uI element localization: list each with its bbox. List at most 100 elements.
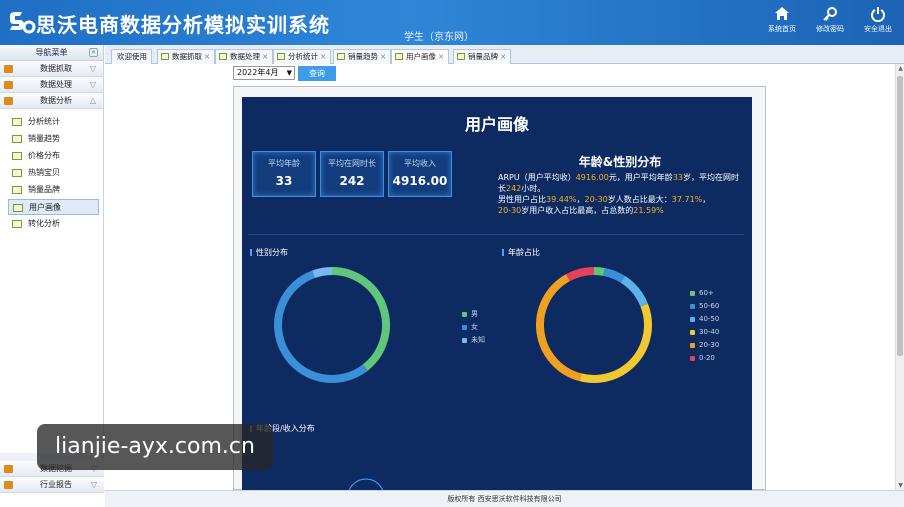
sidebar-item-stats[interactable]: 分析统计 bbox=[8, 114, 99, 130]
legend-item[interactable]: 50-60 bbox=[690, 302, 719, 310]
page-icon bbox=[12, 135, 22, 143]
filter-toolbar: 2022年4月 ▼ 查询 bbox=[105, 64, 895, 84]
app-header: 思沃电商数据分析模拟实训系统 学生（京东网） 系统首页 修改密码 安全退出 bbox=[0, 0, 904, 45]
tab-label: 数据抓取 bbox=[172, 52, 202, 61]
report-frame: 用户画像 平均年龄 33 平均在网时长 242 平均收入 4916.00 年龄&… bbox=[233, 86, 766, 491]
legend-item[interactable]: 0-20 bbox=[690, 354, 715, 362]
folder-icon bbox=[4, 65, 13, 73]
home-button[interactable]: 系统首页 bbox=[760, 6, 804, 40]
summary-text-part: ， bbox=[702, 195, 711, 204]
arpu-value: 4916.00 bbox=[575, 173, 609, 182]
stat-avg-age: 平均年龄 33 bbox=[252, 151, 316, 197]
sidebar-item-sales-trend[interactable]: 销量趋势 bbox=[8, 131, 99, 147]
chevron-down-icon: ▽ bbox=[89, 64, 96, 73]
stat-value: 33 bbox=[275, 174, 293, 188]
chevron-down-icon: ▽ bbox=[89, 80, 96, 89]
folder-icon bbox=[4, 481, 13, 489]
tab-label: 数据处理 bbox=[230, 52, 260, 61]
collapse-icon[interactable]: « bbox=[89, 48, 98, 57]
legend-swatch bbox=[690, 342, 695, 348]
folder-icon bbox=[4, 465, 13, 473]
tab-process[interactable]: 数据处理 × bbox=[215, 49, 274, 64]
legend-label: 0-20 bbox=[699, 354, 715, 362]
legend-label: 女 bbox=[471, 323, 478, 331]
page-icon bbox=[12, 169, 22, 177]
sidebar-header: 导航菜单 « bbox=[0, 45, 103, 61]
page-icon bbox=[337, 53, 345, 60]
query-button[interactable]: 查询 bbox=[298, 66, 336, 81]
key-icon bbox=[823, 7, 837, 21]
logout-button[interactable]: 安全退出 bbox=[856, 6, 900, 40]
donut-slice-60+ bbox=[593, 267, 605, 276]
legend-item[interactable]: 40-50 bbox=[690, 315, 719, 323]
summary-text-part: 小时。 bbox=[521, 184, 546, 193]
vertical-scrollbar[interactable]: ▲ ▼ bbox=[895, 64, 904, 490]
legend-item[interactable]: 男 bbox=[462, 309, 478, 319]
sidebar-item-label: 用户画像 bbox=[29, 203, 61, 212]
legend-item[interactable]: 女 bbox=[462, 322, 478, 332]
close-icon[interactable]: × bbox=[262, 52, 268, 61]
user-profile-dashboard: 用户画像 平均年龄 33 平均在网时长 242 平均收入 4916.00 年龄&… bbox=[242, 97, 752, 491]
legend-item[interactable]: 60+ bbox=[690, 289, 714, 297]
stat-label: 平均收入 bbox=[404, 159, 436, 168]
sidebar-item-hot-items[interactable]: 热销宝贝 bbox=[8, 165, 99, 181]
month-select[interactable]: 2022年4月 ▼ bbox=[233, 66, 295, 80]
legend-swatch bbox=[462, 337, 467, 343]
close-icon[interactable]: × bbox=[320, 52, 326, 61]
close-icon[interactable]: × bbox=[438, 52, 444, 61]
tab-user-profile[interactable]: 用户画像 × bbox=[391, 49, 450, 65]
tab-welcome[interactable]: 欢迎使用 bbox=[111, 49, 152, 64]
male-pct-value: 39.44% bbox=[546, 195, 577, 204]
legend-item[interactable]: 未知 bbox=[462, 335, 485, 345]
power-icon bbox=[871, 7, 885, 22]
page-icon bbox=[161, 53, 169, 60]
sidebar-group-analysis[interactable]: 数据分析 △ bbox=[0, 93, 103, 109]
tab-stats[interactable]: 分析统计 × bbox=[273, 49, 332, 64]
sidebar-group-label: 数据分析 bbox=[40, 96, 72, 105]
sidebar-item-label: 价格分布 bbox=[28, 151, 60, 160]
tab-crawl[interactable]: 数据抓取 × bbox=[157, 49, 216, 64]
scroll-up-icon[interactable]: ▲ bbox=[896, 64, 904, 73]
legend-swatch bbox=[690, 316, 695, 322]
folder-icon bbox=[4, 97, 13, 105]
sidebar-item-price-dist[interactable]: 价格分布 bbox=[8, 148, 99, 164]
legend-swatch bbox=[462, 324, 467, 330]
sidebar-item-brand[interactable]: 销量品牌 bbox=[8, 182, 99, 198]
legend-label: 60+ bbox=[699, 289, 714, 297]
page-icon bbox=[219, 53, 227, 60]
tenure-value: 242 bbox=[506, 184, 522, 193]
legend-item[interactable]: 30-40 bbox=[690, 328, 719, 336]
sidebar-item-user-profile[interactable]: 用户画像 bbox=[8, 199, 99, 215]
sidebar-title: 导航菜单 bbox=[35, 48, 68, 57]
tab-label: 欢迎使用 bbox=[117, 52, 147, 61]
sidebar-item-label: 销量趋势 bbox=[28, 134, 60, 143]
sidebar-group-process[interactable]: 数据处理 ▽ bbox=[0, 77, 103, 93]
legend-label: 20-30 bbox=[699, 341, 720, 349]
page-icon bbox=[457, 53, 465, 60]
app-title: 思沃电商数据分析模拟实训系统 bbox=[36, 13, 330, 37]
tab-bar: 欢迎使用 数据抓取 × 数据处理 × 分析统计 × 销量趋势 × 用户画像 × 销量品牌 × bbox=[105, 45, 904, 65]
dashboard-title: 用户画像 bbox=[464, 115, 529, 134]
scroll-thumb[interactable] bbox=[897, 76, 903, 356]
sidebar-group-crawl[interactable]: 数据抓取 ▽ bbox=[0, 61, 103, 77]
scroll-down-icon[interactable]: ▼ bbox=[896, 481, 904, 490]
max-pct-value: 37.71% bbox=[671, 195, 703, 204]
sidebar-item-conversion[interactable]: 转化分析 bbox=[8, 216, 99, 232]
legend-label: 50-60 bbox=[699, 302, 720, 310]
gender-donut-chart bbox=[274, 267, 390, 383]
sidebar-group-report[interactable]: 行业报告 ▽ bbox=[0, 477, 104, 493]
close-icon[interactable]: × bbox=[380, 52, 386, 61]
legend-item[interactable]: 20-30 bbox=[690, 341, 719, 349]
legend-label: 未知 bbox=[471, 336, 485, 344]
tab-sales-trend[interactable]: 销量趋势 × bbox=[333, 49, 392, 64]
donut-slice-未知 bbox=[312, 267, 333, 279]
stat-value: 4916.00 bbox=[392, 174, 448, 188]
close-icon[interactable]: × bbox=[204, 52, 210, 61]
sidebar-group-label: 数据抓取 bbox=[40, 64, 72, 73]
age-range-value: 20-30 bbox=[498, 206, 522, 215]
stat-avg-tenure: 平均在网时长 242 bbox=[320, 151, 384, 197]
home-label: 系统首页 bbox=[768, 25, 796, 33]
close-icon[interactable]: × bbox=[500, 52, 506, 61]
change-password-button[interactable]: 修改密码 bbox=[808, 6, 852, 40]
tab-brand[interactable]: 销量品牌 × bbox=[453, 49, 512, 64]
